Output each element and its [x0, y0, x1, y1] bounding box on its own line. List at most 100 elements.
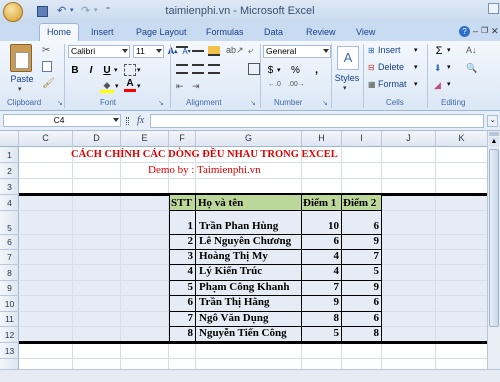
minimize-workbook-icon[interactable]: –: [473, 26, 478, 36]
fill-icon[interactable]: ⬇: [434, 63, 442, 74]
row-header-13[interactable]: 13: [0, 343, 19, 359]
fill-dropdown-icon[interactable]: ▾: [447, 63, 451, 71]
number-launcher-icon[interactable]: ↘: [322, 99, 328, 107]
row-header-8[interactable]: 8: [0, 265, 19, 281]
insert-dropdown-icon[interactable]: ▾: [414, 46, 418, 54]
scroll-thumb[interactable]: [489, 149, 499, 327]
worksheet-grid[interactable]: CÁCH CHỈNH CÁC DÒNG ĐỀU NHAU TRONG EXCEL…: [19, 147, 487, 369]
tab-home[interactable]: Home: [39, 23, 80, 42]
paste-icon[interactable]: [10, 44, 32, 72]
help-icon[interactable]: ?: [459, 26, 470, 37]
scroll-corner-icon[interactable]: [488, 3, 499, 14]
insert-cells-button[interactable]: Insert: [378, 44, 414, 56]
decrease-decimal-icon[interactable]: .00→: [288, 81, 305, 88]
font-color-icon[interactable]: A: [124, 78, 136, 92]
column-header-d[interactable]: D: [73, 131, 121, 147]
column-header-e[interactable]: E: [121, 131, 169, 147]
percent-button[interactable]: %: [289, 63, 302, 77]
align-top-icon[interactable]: [176, 46, 188, 56]
cut-icon[interactable]: ✂: [42, 45, 50, 56]
underline-button[interactable]: U: [100, 63, 114, 77]
comma-button[interactable]: ,: [310, 63, 323, 77]
number-format-combo[interactable]: General: [263, 45, 331, 58]
increase-decimal-icon[interactable]: ←.0: [268, 81, 281, 88]
row-header-5[interactable]: 5: [0, 211, 19, 235]
select-all-corner[interactable]: [0, 131, 19, 147]
expand-formula-bar-icon[interactable]: ⌄: [487, 115, 498, 127]
align-bottom-icon[interactable]: [208, 46, 220, 56]
scroll-up-icon[interactable]: ▲: [489, 137, 499, 147]
font-launcher-icon[interactable]: ↘: [158, 99, 164, 107]
bold-button[interactable]: B: [68, 63, 82, 77]
tab-page-layout[interactable]: Page Layout: [136, 27, 187, 37]
clipboard-launcher-icon[interactable]: ↘: [57, 99, 63, 107]
formula-input[interactable]: [150, 114, 484, 128]
horizontal-scrollbar[interactable]: [0, 369, 500, 382]
fill-color-icon[interactable]: ◆: [100, 80, 114, 93]
orientation-icon[interactable]: ab↗: [226, 45, 244, 56]
autosum-button[interactable]: Σ: [433, 44, 445, 57]
tab-formulas[interactable]: Formulas: [206, 27, 244, 37]
autosum-dropdown-icon[interactable]: ▾: [447, 46, 451, 54]
styles-dropdown-icon[interactable]: ▾: [343, 84, 347, 92]
font-name-combo[interactable]: Calibri: [68, 45, 130, 58]
restore-workbook-icon[interactable]: ❐: [481, 26, 488, 35]
copy-icon[interactable]: [42, 61, 52, 72]
paste-button[interactable]: Paste: [8, 74, 36, 84]
alignment-launcher-icon[interactable]: ↘: [250, 99, 256, 107]
clear-icon[interactable]: ◢: [434, 80, 441, 91]
format-cells-button[interactable]: Format: [378, 78, 414, 90]
delete-dropdown-icon[interactable]: ▾: [414, 63, 418, 71]
row-header-2[interactable]: 2: [0, 163, 19, 179]
tab-review[interactable]: Review: [306, 27, 336, 37]
styles-icon[interactable]: A: [337, 46, 359, 70]
borders-dropdown-icon[interactable]: ▾: [137, 66, 141, 74]
row-header-9[interactable]: 9: [0, 281, 19, 296]
row-header-6[interactable]: 6: [0, 235, 19, 250]
delete-cells-button[interactable]: Delete: [378, 61, 414, 73]
row-header-4[interactable]: 4: [0, 195, 19, 211]
insert-function-icon[interactable]: fx: [137, 115, 144, 126]
currency-dropdown-icon[interactable]: ▾: [277, 66, 281, 74]
row-header-1[interactable]: 1: [0, 147, 19, 163]
tab-data[interactable]: Data: [264, 27, 283, 37]
sort-filter-icon[interactable]: A↓: [466, 45, 477, 55]
column-header-c[interactable]: C: [19, 131, 73, 147]
tab-insert[interactable]: Insert: [91, 27, 114, 37]
close-workbook-icon[interactable]: ✕: [491, 26, 499, 37]
font-color-dropdown-icon[interactable]: ▾: [137, 82, 141, 90]
increase-indent-icon[interactable]: ⇥: [192, 81, 200, 92]
row-header-3[interactable]: 3: [0, 179, 19, 195]
paste-dropdown-icon[interactable]: ▾: [18, 85, 22, 93]
font-size-combo[interactable]: 11: [133, 45, 164, 58]
format-dropdown-icon[interactable]: ▾: [414, 80, 418, 88]
borders-icon[interactable]: [124, 64, 136, 76]
decrease-indent-icon[interactable]: ⇤: [176, 81, 184, 92]
vertical-scrollbar[interactable]: ▲: [487, 131, 500, 369]
row-header-11[interactable]: 11: [0, 312, 19, 327]
row-header-12[interactable]: 12: [0, 327, 19, 343]
merge-center-icon[interactable]: [248, 63, 260, 75]
align-left-icon[interactable]: [176, 64, 188, 74]
format-cells-icon[interactable]: ▦: [368, 80, 376, 89]
column-header-f[interactable]: F: [169, 131, 196, 147]
column-header-k[interactable]: K: [436, 131, 487, 147]
column-header-g[interactable]: G: [196, 131, 302, 147]
styles-button[interactable]: Styles: [332, 73, 362, 83]
row-header-7[interactable]: 7: [0, 250, 19, 265]
clear-dropdown-icon[interactable]: ▾: [447, 80, 451, 88]
column-header-j[interactable]: J: [382, 131, 436, 147]
name-box-splitter-icon[interactable]: [126, 117, 129, 125]
align-center-icon[interactable]: [192, 64, 204, 74]
delete-cells-icon[interactable]: ⊟: [368, 63, 375, 72]
align-right-icon[interactable]: [208, 64, 220, 74]
wrap-text-icon[interactable]: ⤶: [248, 45, 253, 56]
column-header-i[interactable]: I: [342, 131, 382, 147]
currency-button[interactable]: $: [264, 63, 277, 77]
format-painter-icon[interactable]: 🖌: [42, 78, 55, 89]
name-box[interactable]: C4: [3, 114, 121, 127]
tab-view[interactable]: View: [356, 27, 375, 37]
row-header-10[interactable]: 10: [0, 296, 19, 312]
underline-dropdown-icon[interactable]: ▾: [114, 66, 118, 74]
column-header-h[interactable]: H: [302, 131, 342, 147]
